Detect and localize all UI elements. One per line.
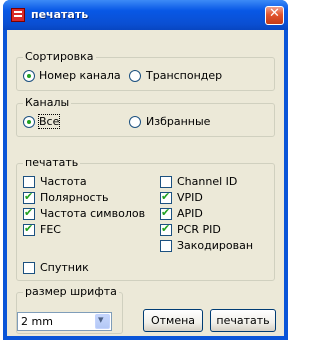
vpid-checkbox[interactable] [160, 190, 172, 204]
vpid-label[interactable]: VPID [177, 191, 203, 204]
polarity-checkbox[interactable] [23, 190, 35, 204]
channel-id-label[interactable]: Channel ID [177, 175, 237, 188]
app-icon [11, 8, 25, 22]
fec-label[interactable]: FEC [40, 223, 61, 236]
symbol-rate-checkbox[interactable] [23, 206, 35, 220]
channels-favorites-label[interactable]: Избранные [146, 115, 210, 128]
sort-transponder-radio[interactable] [129, 70, 141, 82]
print-dialog-window: печатать ✕ Сортировка Номер канала Транс… [3, 0, 288, 340]
channels-all-label[interactable]: Все [37, 114, 61, 129]
close-button[interactable]: ✕ [265, 6, 284, 25]
close-icon: ✕ [269, 6, 280, 21]
channels-group-title: Каналы [23, 96, 72, 109]
cancel-button[interactable]: Отмена [143, 309, 203, 332]
apid-checkbox[interactable] [160, 206, 172, 220]
sort-channel-number-label[interactable]: Номер канала [39, 69, 121, 82]
print-button[interactable]: печатать [210, 309, 276, 332]
pcr-pid-checkbox[interactable] [160, 222, 172, 236]
channel-id-checkbox[interactable] [160, 176, 172, 188]
print-options-group-title: печатать [23, 156, 81, 169]
satellite-label[interactable]: Спутник [40, 261, 89, 274]
encrypted-label[interactable]: Закодирован [177, 239, 253, 252]
dialog-body: Сортировка Номер канала Транспондер Кана… [7, 30, 284, 336]
chevron-down-icon[interactable] [95, 313, 110, 329]
frequency-checkbox[interactable] [23, 176, 35, 188]
font-size-value: 2 mm [21, 315, 53, 328]
sort-group-title: Сортировка [23, 50, 96, 63]
apid-label[interactable]: APID [177, 207, 203, 220]
fec-checkbox[interactable] [23, 222, 35, 236]
pcr-pid-label[interactable]: PCR PID [177, 223, 221, 236]
window-title: печатать [31, 8, 89, 21]
font-size-group-title: размер шрифта [23, 285, 119, 298]
symbol-rate-label[interactable]: Частота символов [40, 207, 145, 220]
channels-all-radio[interactable] [23, 116, 35, 128]
satellite-checkbox[interactable] [23, 262, 35, 274]
title-bar[interactable]: печатать ✕ [3, 0, 288, 30]
sort-channel-number-radio[interactable] [23, 70, 35, 82]
polarity-label[interactable]: Полярность [40, 191, 109, 204]
font-size-select[interactable]: 2 mm [17, 312, 112, 331]
sort-transponder-label[interactable]: Транспондер [146, 69, 222, 82]
encrypted-checkbox[interactable] [160, 240, 172, 252]
frequency-label[interactable]: Частота [40, 175, 87, 188]
channels-favorites-radio[interactable] [129, 116, 141, 128]
